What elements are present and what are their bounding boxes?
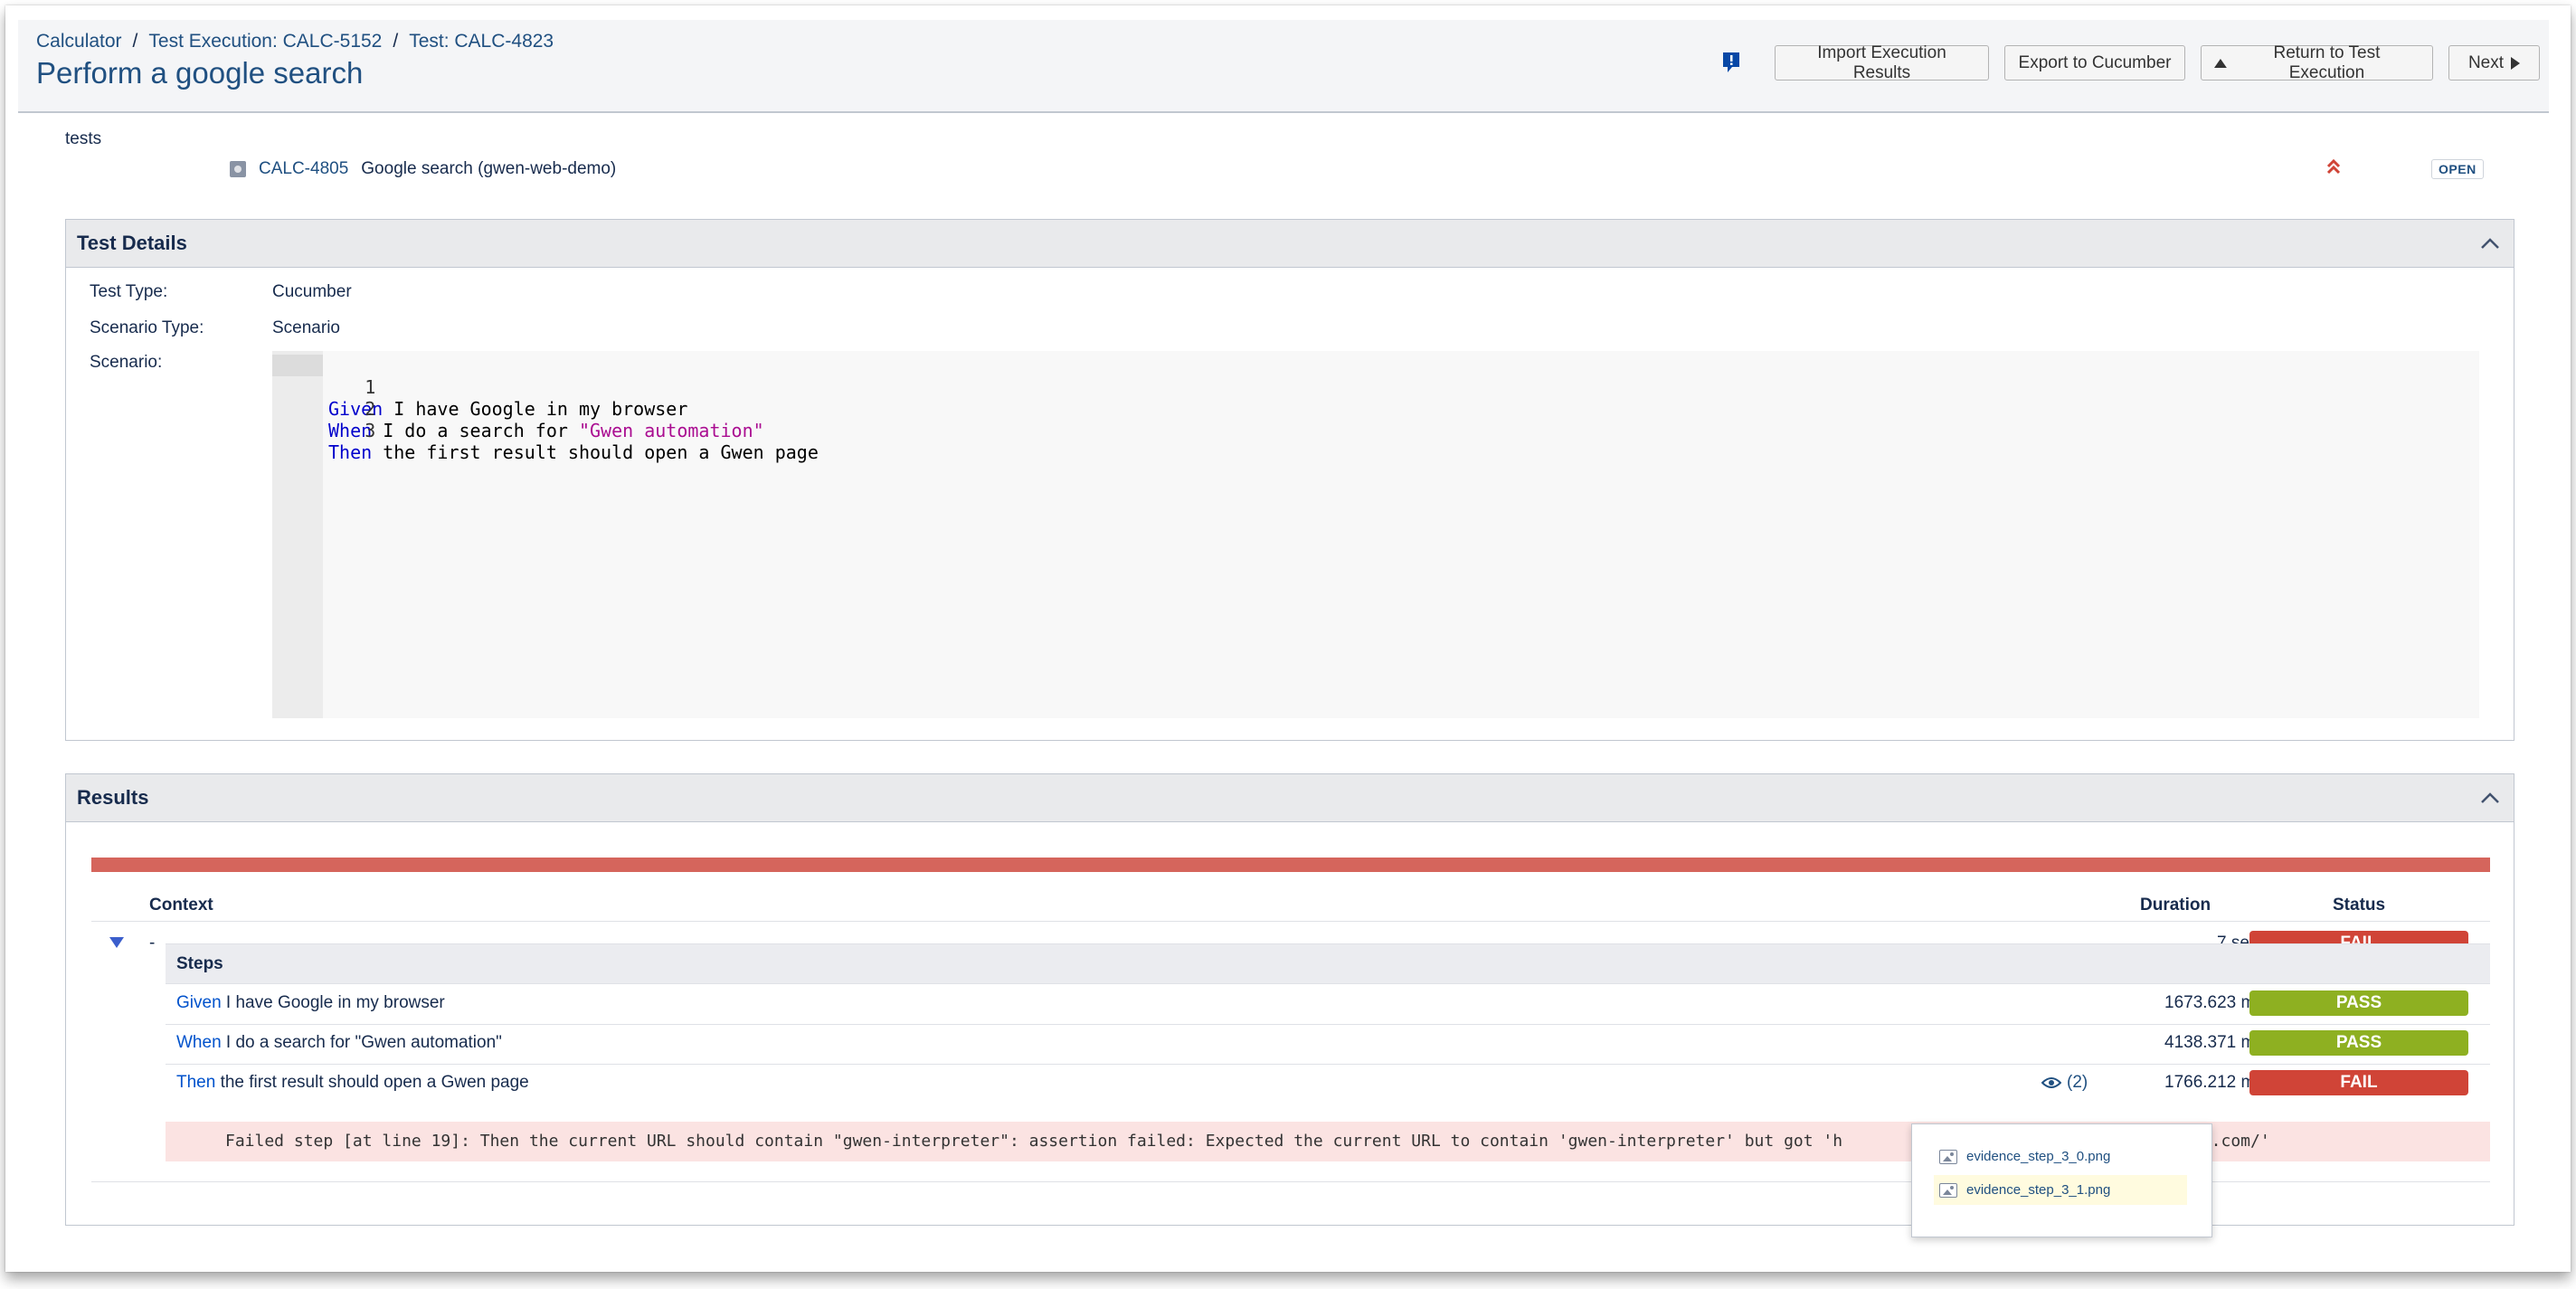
divider [91,921,2490,922]
gherkin-keyword: When [176,1033,222,1052]
feedback-icon[interactable] [1721,51,1741,74]
context-value: - [149,934,156,953]
next-button-label: Next [2467,52,2505,72]
test-type-value: Cucumber [272,282,352,301]
status-badge: PASS [2249,1030,2468,1056]
breadcrumb-execution-link[interactable]: Test Execution: CALC-5152 [148,31,382,52]
return-button-label: Return to Test Execution [2273,43,2381,82]
evidence-popup: evidence_step_3_0.png evidence_step_3_1.… [1911,1123,2212,1237]
import-execution-results-button[interactable]: Import Execution Results [1775,43,1989,82]
priority-highest-icon [2326,158,2341,175]
test-type-label: Test Type: [90,282,168,301]
evidence-file-name: evidence_step_3_1.png [1966,1182,2111,1198]
status-badge: OPEN [2431,159,2484,179]
breadcrumb-separator: / [132,31,138,52]
duration-column-header: Duration [2140,896,2211,915]
page-header: Calculator / Test Execution: CALC-5152 /… [18,20,2549,113]
line-number: 3 [365,420,376,441]
code-line: 2 When I do a search for "Gwen automatio… [272,376,764,441]
step-text: the first result should open a Gwen page [372,441,819,463]
code-line: 1 Given I have Google in my browser [272,355,687,420]
collapse-icon[interactable] [2477,231,2503,256]
scenario-code-editor[interactable]: 1 Given I have Google in my browser 2 Wh… [272,351,2479,718]
breadcrumb: Calculator / Test Execution: CALC-5152 /… [36,31,554,52]
status-badge: PASS [2249,990,2468,1016]
image-icon [1939,1182,1957,1198]
evidence-link[interactable]: (2) [2041,1073,2088,1093]
status-column-header: Status [2333,896,2386,915]
context-column-header: Context [149,896,213,915]
expand-toggle-icon[interactable] [109,937,124,948]
evidence-file-link[interactable]: evidence_step_3_1.png [1934,1175,2187,1205]
divider [166,1024,2490,1025]
export-to-cucumber-button[interactable]: Export to Cucumber [2004,45,2185,81]
breadcrumb-project-link[interactable]: Calculator [36,31,122,52]
evidence-file-link[interactable]: evidence_step_3_0.png [1934,1142,2187,1171]
test-details-panel: Test Details Test Type: Cucumber Scenari… [65,219,2514,741]
scenario-type-label: Scenario Type: [90,318,204,337]
results-title: Results [77,786,149,809]
scenario-type-value: Scenario [272,318,340,337]
next-button[interactable]: Next [2448,45,2540,81]
gherkin-keyword: Given [176,993,222,1012]
step-description: I have Google in my browser [221,993,445,1012]
gherkin-keyword: Then [328,441,373,463]
linked-test-summary: Google search (gwen-web-demo) [361,159,617,178]
results-header: Results [66,774,2514,822]
steps-header-label: Steps [176,954,223,973]
image-icon [1939,1149,1957,1164]
linked-test-key-link[interactable]: CALC-4805 [259,159,348,179]
evidence-count: (2) [2067,1073,2088,1092]
collapse-icon[interactable] [2477,785,2503,810]
steps-header: Steps [166,943,2490,984]
step-text: Given I have Google in my browser [176,993,445,1013]
scenario-label: Scenario: [90,353,163,372]
evidence-file-name: evidence_step_3_0.png [1966,1149,2111,1164]
breadcrumb-test-link[interactable]: Test: CALC-4823 [409,31,554,52]
error-message: Failed step [at line 19]: Then the curre… [225,1132,1843,1151]
status-badge: FAIL [2249,1070,2468,1095]
tests-label: tests [65,129,102,148]
page-title: Perform a google search [36,56,364,90]
step-description: the first result should open a Gwen page [215,1073,529,1092]
return-to-test-execution-button[interactable]: Return to Test Execution [2201,43,2433,82]
step-text: When I do a search for "Gwen automation" [176,1033,502,1053]
eye-icon [2041,1077,2061,1088]
chevron-right-icon [2511,56,2521,70]
test-type-icon [230,161,246,177]
linked-test-row: CALC-4805 Google search (gwen-web-demo) [230,159,616,179]
code-line: 3 Then the first result should open a Gw… [272,398,819,463]
results-progress-bar [91,858,2490,872]
step-description: I do a search for "Gwen automation" [221,1033,502,1052]
test-details-header: Test Details [66,220,2514,268]
gherkin-keyword: Then [176,1073,216,1092]
breadcrumb-separator: / [393,31,399,52]
divider [166,1064,2490,1065]
step-text: I do a search for [372,420,579,441]
string-literal: "Gwen automation" [578,420,764,441]
test-details-title: Test Details [77,232,187,254]
step-text: I have Google in my browser [383,398,688,420]
step-text: Then the first result should open a Gwen… [176,1073,529,1093]
triangle-up-icon [2214,58,2227,68]
